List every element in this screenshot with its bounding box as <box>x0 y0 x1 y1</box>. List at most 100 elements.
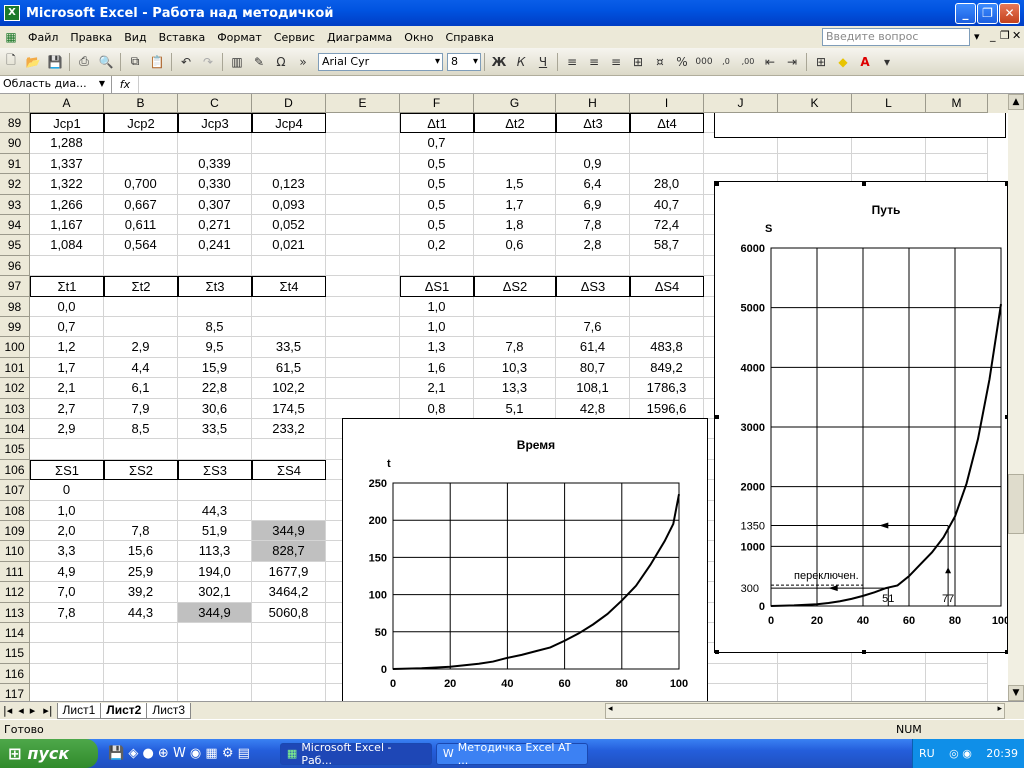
toolbar-options-icon[interactable]: ▾ <box>877 52 897 72</box>
table-cell[interactable] <box>178 439 252 460</box>
prev-sheet-icon[interactable]: ◂ <box>15 704 27 717</box>
table-cell[interactable]: Σt1 <box>30 276 104 297</box>
row-header[interactable]: 90 <box>0 133 30 154</box>
table-cell[interactable] <box>30 684 104 701</box>
table-cell[interactable]: 7,6 <box>556 317 630 338</box>
table-cell[interactable]: 33,5 <box>252 337 326 358</box>
column-header[interactable]: K <box>778 94 852 113</box>
table-cell[interactable]: 1,288 <box>30 133 104 154</box>
italic-icon[interactable]: К <box>511 52 531 72</box>
table-cell[interactable]: 0,667 <box>104 194 178 215</box>
table-cell[interactable] <box>326 133 400 154</box>
doc-close-icon[interactable]: ✕ <box>1012 29 1021 42</box>
table-cell[interactable] <box>30 623 104 644</box>
table-cell[interactable]: 58,7 <box>630 235 704 256</box>
merge-icon[interactable]: ⊞ <box>628 52 648 72</box>
table-cell[interactable]: 6,4 <box>556 174 630 195</box>
scroll-left-icon[interactable]: ◂ <box>608 704 613 714</box>
symbol-icon[interactable]: Ω <box>271 52 291 72</box>
bold-icon[interactable]: Ж <box>489 52 509 72</box>
fill-color-icon[interactable]: ◆ <box>833 52 853 72</box>
table-cell[interactable] <box>556 255 630 277</box>
table-cell[interactable]: 0,5 <box>400 194 474 215</box>
print-icon[interactable]: ⎙ <box>74 52 94 72</box>
chart-wizard-icon[interactable]: ▥ <box>227 52 247 72</box>
table-cell[interactable] <box>852 684 926 701</box>
table-cell[interactable]: 4,4 <box>104 357 178 379</box>
font-color-icon[interactable]: A <box>855 52 875 72</box>
table-cell[interactable]: 2,1 <box>30 378 104 399</box>
table-cell[interactable]: ΔS3 <box>556 276 630 297</box>
table-cell[interactable]: 1,5 <box>474 174 556 195</box>
last-sheet-icon[interactable]: ▸| <box>38 704 57 717</box>
row-header[interactable]: 113 <box>0 602 30 623</box>
table-cell[interactable] <box>704 663 778 685</box>
table-cell[interactable] <box>104 684 178 701</box>
task-excel[interactable]: ▦ Microsoft Excel - Раб... <box>279 741 432 767</box>
table-cell[interactable]: 0,052 <box>252 215 326 236</box>
table-cell[interactable]: 0,021 <box>252 235 326 256</box>
menu-file[interactable]: Файл <box>22 31 64 44</box>
currency-icon[interactable]: ¤ <box>650 52 670 72</box>
table-cell[interactable]: 849,2 <box>630 357 704 379</box>
doc-minimize-icon[interactable]: _ <box>990 29 996 42</box>
maximize-button[interactable]: ❐ <box>977 3 998 24</box>
align-center-icon[interactable]: ≡ <box>584 52 604 72</box>
tray-icons[interactable]: ◎ ◉ <box>949 747 972 760</box>
tab-sheet3[interactable]: Лист3 <box>146 702 192 719</box>
drawing-icon[interactable]: ✎ <box>249 52 269 72</box>
row-header[interactable]: 98 <box>0 296 30 317</box>
table-cell[interactable] <box>630 133 704 154</box>
table-cell[interactable]: 6,9 <box>556 194 630 215</box>
table-cell[interactable] <box>926 684 988 701</box>
table-cell[interactable]: Δt4 <box>630 113 704 134</box>
table-cell[interactable]: Σt4 <box>252 276 326 297</box>
row-header[interactable]: 94 <box>0 215 30 236</box>
table-cell[interactable]: 1,0 <box>400 296 474 317</box>
table-cell[interactable] <box>400 255 474 277</box>
table-cell[interactable] <box>926 663 988 685</box>
table-cell[interactable]: 0,7 <box>30 317 104 338</box>
table-cell[interactable] <box>252 133 326 154</box>
scroll-up-icon[interactable]: ▲ <box>1008 94 1024 110</box>
table-cell[interactable]: 61,5 <box>252 357 326 379</box>
table-cell[interactable]: 0,564 <box>104 235 178 256</box>
tab-sheet2[interactable]: Лист2 <box>100 702 148 719</box>
table-cell[interactable]: 174,5 <box>252 398 326 419</box>
table-cell[interactable] <box>326 215 400 236</box>
table-cell[interactable] <box>252 663 326 685</box>
table-cell[interactable]: 2,8 <box>556 235 630 256</box>
table-cell[interactable]: 828,7 <box>252 541 326 562</box>
table-cell[interactable]: 2,9 <box>104 337 178 358</box>
table-cell[interactable]: 1,266 <box>30 194 104 215</box>
table-cell[interactable] <box>326 357 400 379</box>
table-cell[interactable]: 7,0 <box>30 582 104 603</box>
table-cell[interactable]: Δt3 <box>556 113 630 134</box>
workbook-icon[interactable]: ▦ <box>1 27 21 47</box>
row-header[interactable]: 103 <box>0 398 30 419</box>
table-cell[interactable]: 4,9 <box>30 561 104 583</box>
column-header[interactable]: D <box>252 94 326 113</box>
table-cell[interactable]: 5,1 <box>474 398 556 419</box>
table-cell[interactable]: 1,0 <box>400 317 474 338</box>
table-cell[interactable]: 1,0 <box>30 500 104 521</box>
table-cell[interactable]: 344,9 <box>252 521 326 542</box>
table-cell[interactable] <box>104 480 178 501</box>
table-cell[interactable]: 1,7 <box>30 357 104 379</box>
row-header[interactable]: 110 <box>0 541 30 562</box>
table-cell[interactable]: ΔS2 <box>474 276 556 297</box>
align-right-icon[interactable]: ≡ <box>606 52 626 72</box>
table-cell[interactable]: 483,8 <box>630 337 704 358</box>
table-cell[interactable]: 40,7 <box>630 194 704 215</box>
save-icon[interactable]: 💾 <box>45 52 65 72</box>
table-cell[interactable]: 0,8 <box>400 398 474 419</box>
table-cell[interactable]: Δt2 <box>474 113 556 134</box>
column-header[interactable]: A <box>30 94 104 113</box>
table-cell[interactable]: 2,9 <box>30 419 104 440</box>
vertical-scrollbar[interactable]: ▲ ▼ <box>1008 94 1024 701</box>
row-header[interactable]: 92 <box>0 174 30 195</box>
ask-question-input[interactable]: Введите вопрос <box>822 28 970 46</box>
column-header[interactable]: G <box>474 94 556 113</box>
table-cell[interactable] <box>178 480 252 501</box>
table-cell[interactable]: 72,4 <box>630 215 704 236</box>
